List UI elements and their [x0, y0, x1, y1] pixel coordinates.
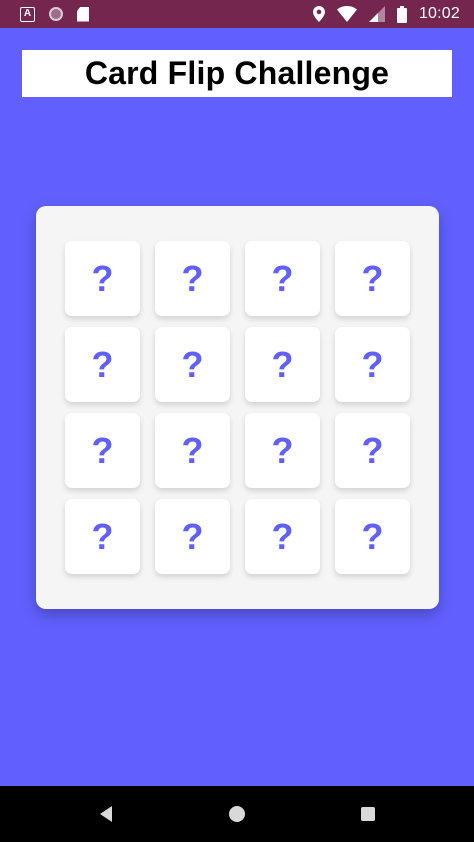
card-3[interactable]: ? [245, 241, 320, 316]
home-icon [229, 806, 245, 822]
card-1[interactable]: ? [65, 241, 140, 316]
card-face-4: ? [361, 257, 384, 299]
recents-button[interactable] [354, 800, 382, 828]
card-14[interactable]: ? [155, 499, 230, 574]
title-bar: Card Flip Challenge [22, 50, 452, 97]
card-face-9: ? [91, 429, 114, 471]
circle-notification-icon [49, 7, 63, 21]
back-button[interactable] [92, 800, 120, 828]
battery-icon [396, 5, 407, 23]
card-board: ? ? ? ? ? ? ? ? ? ? ? ? ? ? ? ? [36, 206, 439, 609]
card-face-12: ? [361, 429, 384, 471]
card-face-13: ? [91, 515, 114, 557]
a-notification-icon: A [20, 6, 35, 22]
card-face-10: ? [181, 429, 204, 471]
card-7[interactable]: ? [245, 327, 320, 402]
card-8[interactable]: ? [335, 327, 410, 402]
back-icon [100, 806, 112, 822]
page-title: Card Flip Challenge [84, 55, 390, 91]
card-face-8: ? [361, 343, 384, 385]
card-face-15: ? [271, 515, 294, 557]
card-face-14: ? [181, 515, 204, 557]
card-face-16: ? [361, 515, 384, 557]
status-right-icons: 10:02 [312, 5, 460, 23]
card-face-1: ? [91, 257, 114, 299]
card-15[interactable]: ? [245, 499, 320, 574]
card-11[interactable]: ? [245, 413, 320, 488]
status-time: 10:02 [418, 5, 460, 22]
card-2[interactable]: ? [155, 241, 230, 316]
card-face-7: ? [271, 343, 294, 385]
card-face-6: ? [181, 343, 204, 385]
card-10[interactable]: ? [155, 413, 230, 488]
card-face-3: ? [271, 257, 294, 299]
card-5[interactable]: ? [65, 327, 140, 402]
sd-card-icon [77, 6, 89, 22]
card-4[interactable]: ? [335, 241, 410, 316]
card-16[interactable]: ? [335, 499, 410, 574]
card-face-11: ? [271, 429, 294, 471]
status-bar: A 10:02 [0, 0, 474, 28]
location-icon [312, 6, 325, 22]
home-button[interactable] [223, 800, 251, 828]
card-13[interactable]: ? [65, 499, 140, 574]
recents-icon [361, 807, 375, 821]
card-6[interactable]: ? [155, 327, 230, 402]
card-9[interactable]: ? [65, 413, 140, 488]
card-12[interactable]: ? [335, 413, 410, 488]
navigation-bar [0, 786, 474, 842]
card-face-5: ? [91, 343, 114, 385]
signal-icon [368, 6, 385, 22]
card-face-2: ? [181, 257, 204, 299]
wifi-icon [336, 6, 357, 22]
status-left-icons: A [20, 6, 89, 22]
